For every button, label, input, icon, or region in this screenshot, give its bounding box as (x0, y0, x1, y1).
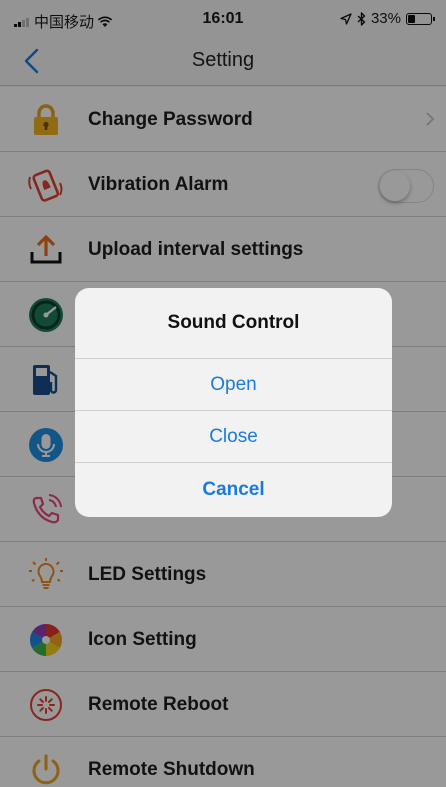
open-button[interactable]: Open (75, 359, 392, 411)
sound-control-dialog: Sound Control Open Close Cancel (75, 288, 392, 517)
cancel-button[interactable]: Cancel (75, 463, 392, 517)
close-button[interactable]: Close (75, 411, 392, 463)
dialog-title: Sound Control (75, 288, 392, 359)
